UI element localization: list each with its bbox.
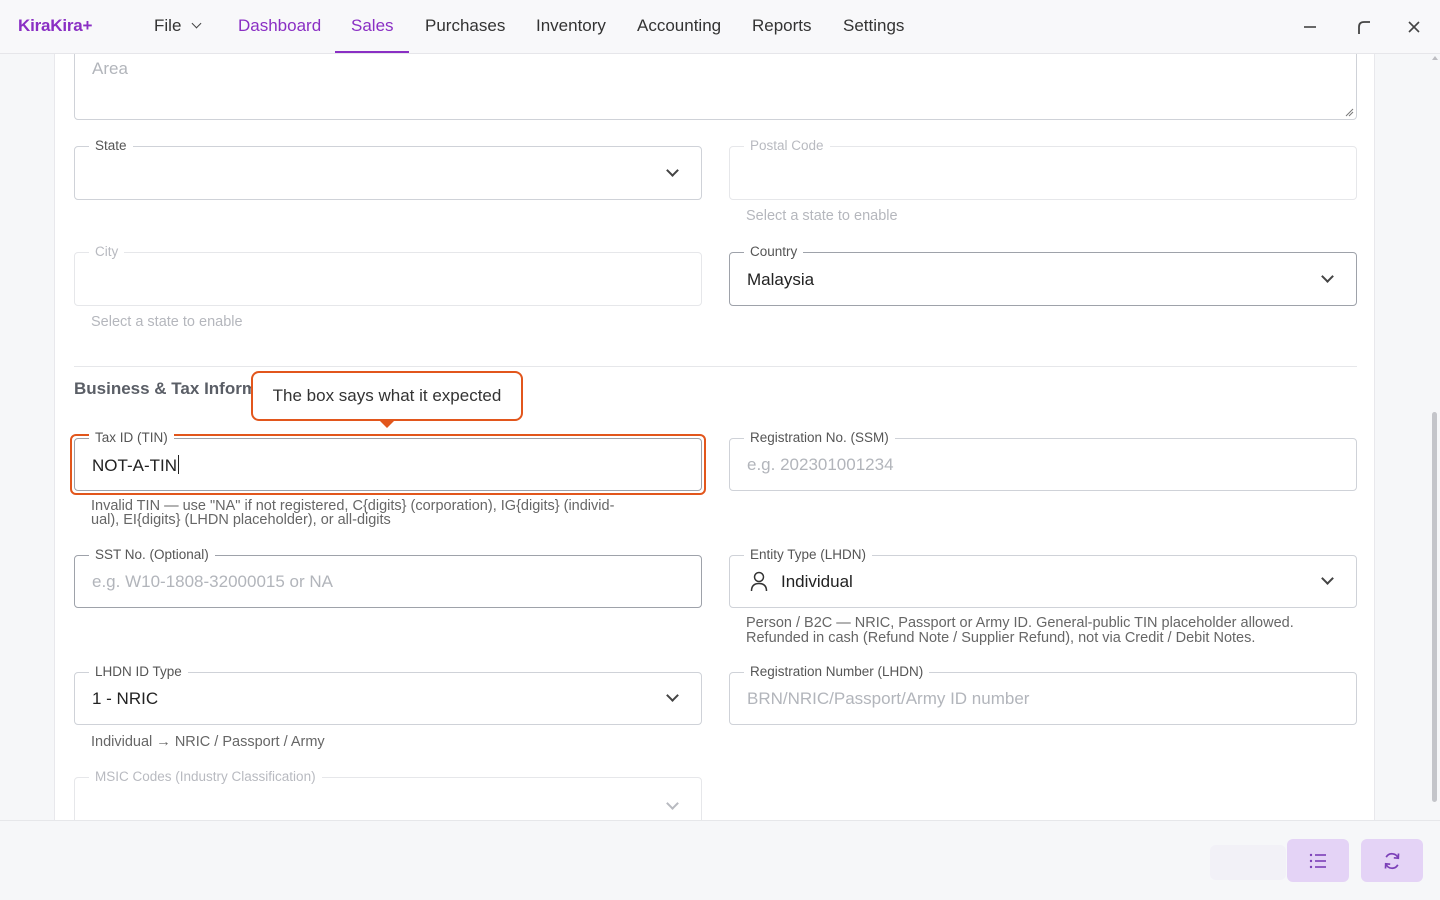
tax-id-input[interactable]: Tax ID (TIN) NOT-A-TIN — [74, 430, 702, 491]
chevron-down-icon — [666, 689, 679, 702]
entity-type-helper-line1: Person / B2C — NRIC, Passport or Army ID… — [746, 615, 1294, 631]
hint-tooltip: The box says what it expected — [251, 371, 523, 421]
text-caret — [178, 455, 179, 474]
state-label: State — [89, 138, 133, 154]
city-label: City — [89, 244, 125, 260]
nav-purchases[interactable]: Purchases — [425, 16, 505, 36]
city-helper: Select a state to enable — [91, 314, 243, 330]
tooltip-arrow — [380, 421, 394, 428]
entity-type-value: Individual — [781, 572, 853, 591]
registration-lhdn-input[interactable]: Registration Number (LHDN) BRN/NRIC/Pass… — [729, 664, 1357, 725]
city-input[interactable]: City — [74, 244, 702, 306]
postal-code-label: Postal Code — [744, 138, 830, 154]
lhdn-id-type-select[interactable]: LHDN ID Type 1 - NRIC — [74, 664, 702, 725]
nav-active-indicator — [335, 51, 409, 53]
state-select[interactable]: State — [74, 138, 702, 200]
sst-input[interactable]: SST No. (Optional) e.g. W10-1808-3200001… — [74, 547, 702, 608]
registration-lhdn-placeholder: BRN/NRIC/Passport/Army ID number — [747, 689, 1030, 708]
hint-tooltip-text: The box says what it expected — [272, 386, 502, 405]
country-select[interactable]: Country Malaysia — [729, 244, 1357, 306]
entity-type-label: Entity Type (LHDN) — [744, 547, 873, 563]
registration-ssm-input[interactable]: Registration No. (SSM) e.g. 202301001234 — [729, 430, 1357, 491]
menu-file[interactable]: File — [154, 16, 202, 36]
list-button[interactable] — [1287, 839, 1349, 882]
nav-accounting[interactable]: Accounting — [637, 16, 721, 36]
refresh-button[interactable] — [1361, 839, 1423, 882]
area-textarea[interactable]: Area — [74, 54, 1357, 120]
registration-lhdn-label: Registration Number (LHDN) — [744, 664, 930, 680]
minimize-icon — [1304, 26, 1316, 28]
lhdn-id-type-label: LHDN ID Type — [89, 664, 188, 680]
resize-handle-icon[interactable] — [1344, 107, 1354, 117]
sst-placeholder: e.g. W10-1808-32000015 or NA — [92, 572, 333, 591]
entity-type-select[interactable]: Entity Type (LHDN) Individual — [729, 547, 1357, 608]
faded-button — [1210, 845, 1286, 880]
nav-reports[interactable]: Reports — [752, 16, 812, 36]
postal-code-input[interactable]: Postal Code — [729, 138, 1357, 200]
postal-code-helper: Select a state to enable — [746, 208, 898, 224]
restore-icon — [1358, 21, 1370, 34]
restore-button[interactable] — [1352, 15, 1376, 39]
close-icon — [1408, 21, 1420, 33]
tax-id-label: Tax ID (TIN) — [89, 430, 174, 446]
registration-ssm-placeholder: e.g. 202301001234 — [747, 455, 894, 474]
list-icon — [1309, 853, 1326, 868]
chevron-down-icon — [666, 164, 679, 177]
person-icon — [750, 571, 768, 592]
customer-form: Area State Postal Code Select a state to… — [54, 54, 1375, 820]
app-brand: KiraKira+ — [18, 16, 93, 35]
nav-inventory[interactable]: Inventory — [536, 16, 606, 36]
msic-codes-label: MSIC Codes (Industry Classification) — [89, 769, 322, 785]
menu-file-label: File — [154, 16, 182, 35]
nav-sales[interactable]: Sales — [351, 16, 394, 36]
country-label: Country — [744, 244, 804, 260]
lhdn-id-type-helper: Individual → NRIC / Passport / Army — [91, 734, 325, 750]
chevron-down-icon — [1321, 270, 1334, 283]
close-button[interactable] — [1402, 15, 1426, 39]
title-bar: KiraKira+ File Dashboard Sales Purchases… — [0, 0, 1440, 54]
registration-ssm-label: Registration No. (SSM) — [744, 430, 895, 446]
scroll-up-arrow-icon[interactable] — [1432, 56, 1438, 60]
lhdn-id-type-value: 1 - NRIC — [92, 689, 159, 708]
msic-codes-select[interactable]: MSIC Codes (Industry Classification) — [74, 769, 702, 820]
entity-type-helper-line2: Refunded in cash (Refund Note / Supplier… — [746, 630, 1256, 646]
business-tax-section-title: Business & Tax Inform — [74, 379, 257, 398]
nav-dashboard[interactable]: Dashboard — [238, 16, 321, 36]
tax-id-value: NOT-A-TIN — [92, 456, 177, 475]
tax-id-error-line2: ual), EI{digits} (LHDN placeholder), or … — [91, 512, 391, 528]
sst-label: SST No. (Optional) — [89, 547, 215, 563]
refresh-icon — [1384, 852, 1400, 869]
nav-settings[interactable]: Settings — [843, 16, 904, 36]
area-placeholder: Area — [92, 59, 128, 78]
chevron-down-icon — [666, 797, 679, 810]
minimize-button[interactable] — [1298, 15, 1322, 39]
section-divider — [74, 366, 1357, 367]
scrollbar-thumb[interactable] — [1432, 412, 1437, 802]
chevron-down-icon — [1321, 572, 1334, 585]
country-value: Malaysia — [747, 270, 815, 289]
chevron-down-icon — [191, 18, 202, 29]
